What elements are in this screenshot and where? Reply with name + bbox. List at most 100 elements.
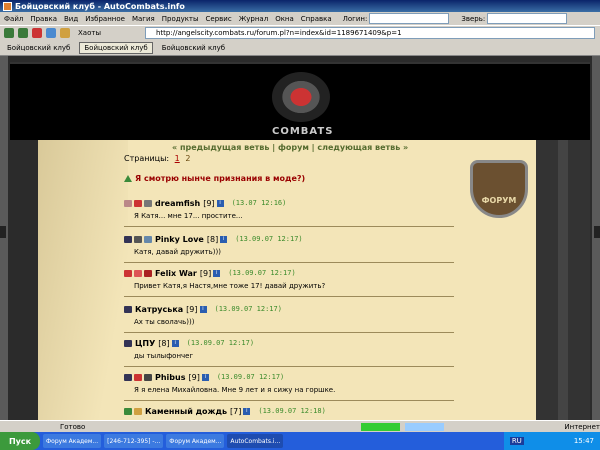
- post: Каменный дождь [7] i (13.09.07 12:18): [124, 406, 454, 420]
- refresh-icon[interactable]: [46, 28, 56, 38]
- beast-label: Зверь:: [461, 14, 486, 23]
- info-icon[interactable]: i: [243, 407, 251, 415]
- post-message: ды тылыфончег: [134, 352, 194, 360]
- taskbar-item-active[interactable]: AutoCombats.i...: [227, 434, 284, 448]
- menu-magic[interactable]: Магия: [132, 15, 155, 23]
- menu-bar: Файл Правка Вид Избранное Магия Продукты…: [0, 12, 600, 26]
- progress-indicator-2: [404, 422, 445, 431]
- status-bar: Готово Интернет: [0, 420, 600, 432]
- taskbar-item[interactable]: Форум Академ...: [43, 434, 102, 448]
- page-viewport: COMBATS ФОРУМ « предыдущая ветвь | форум…: [0, 56, 600, 420]
- post-author[interactable]: ЦПУ: [135, 339, 155, 348]
- menu-windows[interactable]: Окна: [275, 15, 294, 23]
- menu-products[interactable]: Продукты: [162, 15, 199, 23]
- clan-icon: [124, 373, 132, 381]
- topic-title: Я смотрю нынче признания в моде?): [124, 174, 305, 183]
- post-author[interactable]: Pinky Love: [155, 235, 204, 244]
- forum-shield-label: ФОРУМ: [481, 196, 517, 205]
- info-icon[interactable]: i: [216, 199, 224, 207]
- post-level: [8]: [206, 234, 219, 244]
- system-tray: RU 15:47: [503, 432, 600, 450]
- align-icon: [134, 269, 142, 277]
- post-author[interactable]: Phibus: [155, 373, 185, 382]
- clock: 15:47: [573, 437, 594, 445]
- page-link-1[interactable]: 1: [175, 154, 180, 163]
- menu-edit[interactable]: Правка: [30, 15, 57, 23]
- rank-icon: [144, 373, 152, 381]
- tab-1[interactable]: Бойцовский клуб: [2, 42, 75, 54]
- tab-2[interactable]: Бойцовский клуб: [79, 42, 153, 54]
- right-panel-toggle-icon[interactable]: [594, 226, 600, 238]
- home-icon[interactable]: [60, 28, 70, 38]
- stop-icon[interactable]: [32, 28, 42, 38]
- login-field[interactable]: [369, 13, 450, 24]
- post-level: [7]: [230, 406, 242, 416]
- fist-logo-icon: [272, 72, 330, 122]
- menu-favorites[interactable]: Избранное: [85, 15, 125, 23]
- rank-icon: [144, 269, 152, 277]
- pages-label: Страницы:: [124, 154, 170, 163]
- info-icon[interactable]: i: [171, 339, 179, 347]
- clan-icon: [124, 235, 132, 243]
- address-bar[interactable]: http://angelscity.combats.ru/forum.pl?n=…: [145, 27, 595, 39]
- feather-decoration: [38, 140, 128, 420]
- post-author[interactable]: Felix War: [155, 269, 197, 278]
- post-message: Я я елена Михайловна. Мне 9 лет и я сижу…: [134, 386, 336, 394]
- next-thread-link[interactable]: следующая ветвь »: [317, 143, 408, 152]
- taskbar-item[interactable]: [246-712-395] -...: [104, 434, 164, 448]
- thread-navigation: « предыдущая ветвь | форум | следующая в…: [172, 143, 409, 152]
- align-icon: [134, 407, 142, 415]
- forum-link[interactable]: форум: [278, 143, 309, 152]
- post-level: [9]: [199, 268, 212, 278]
- info-icon[interactable]: i: [201, 373, 209, 381]
- back-icon[interactable]: [4, 28, 14, 38]
- post-time: (13.09.07 12:17): [228, 269, 296, 277]
- rank-icon: [144, 199, 152, 207]
- post-author[interactable]: Катруська: [135, 305, 183, 314]
- info-icon[interactable]: i: [220, 235, 228, 243]
- menu-file[interactable]: Файл: [4, 15, 23, 23]
- pagination: Страницы: 1 2: [124, 154, 190, 163]
- post-time: (13.09.07 12:17): [216, 373, 285, 381]
- clan-icon: [124, 269, 132, 277]
- post-time: (13.09.07 12:17): [214, 305, 282, 313]
- menu-tools[interactable]: Сервис: [206, 15, 232, 23]
- menu-history[interactable]: Журнал: [239, 15, 268, 23]
- align-icon: [134, 199, 142, 207]
- post: Pinky Love [8] i (13.09.07 12:17) Катя, …: [124, 234, 454, 263]
- align-icon: [134, 373, 142, 381]
- site-header: COMBATS: [10, 62, 590, 140]
- status-text: Готово: [60, 422, 86, 431]
- post: Felix War [9] i (13.09.07 12:17) Привет …: [124, 268, 454, 297]
- prev-thread-link[interactable]: « предыдущая ветвь: [172, 143, 269, 152]
- menu-view[interactable]: Вид: [64, 15, 78, 23]
- language-indicator[interactable]: RU: [509, 437, 524, 445]
- post-message: Я Катя... мне 17... простите...: [134, 212, 243, 220]
- beast-field[interactable]: [487, 13, 568, 24]
- zone-label: Интернет: [564, 422, 600, 431]
- clan-icon: [124, 407, 132, 415]
- post: Катруська [9] i (13.09.07 12:17) Ах ты с…: [124, 304, 454, 333]
- info-icon[interactable]: i: [213, 269, 221, 277]
- post: dreamfish [9] i (13.07 12:16) Я Катя... …: [124, 198, 454, 227]
- start-button[interactable]: Пуск: [0, 432, 40, 450]
- tab-bar: Бойцовский клуб Бойцовский клуб Бойцовск…: [0, 41, 600, 56]
- topic-icon: [124, 175, 132, 182]
- post-author[interactable]: Каменный дождь: [145, 407, 227, 416]
- info-icon[interactable]: i: [199, 305, 207, 313]
- post-message: Привет Катя,я Настя,мне тоже 17! давай д…: [134, 282, 326, 290]
- site-logo-text: COMBATS: [272, 126, 334, 137]
- taskbar-item[interactable]: Форум Академ...: [166, 434, 225, 448]
- post-time: (13.07 12:16): [231, 199, 287, 207]
- left-panel-toggle-icon[interactable]: [0, 226, 6, 238]
- tab-3[interactable]: Бойцовский клуб: [157, 42, 230, 54]
- post-time: (13.09.07 12:17): [235, 235, 303, 243]
- favorites-button[interactable]: Хаоты: [78, 29, 101, 37]
- post-level: [8]: [158, 338, 170, 348]
- post-author[interactable]: dreamfish: [155, 199, 200, 208]
- page-link-2[interactable]: 2: [185, 154, 190, 163]
- menu-help[interactable]: Справка: [301, 15, 332, 23]
- forward-icon[interactable]: [18, 28, 28, 38]
- rank-icon: [144, 235, 152, 243]
- post: ЦПУ [8] i (13.09.07 12:17) ды тылыфончег: [124, 338, 454, 367]
